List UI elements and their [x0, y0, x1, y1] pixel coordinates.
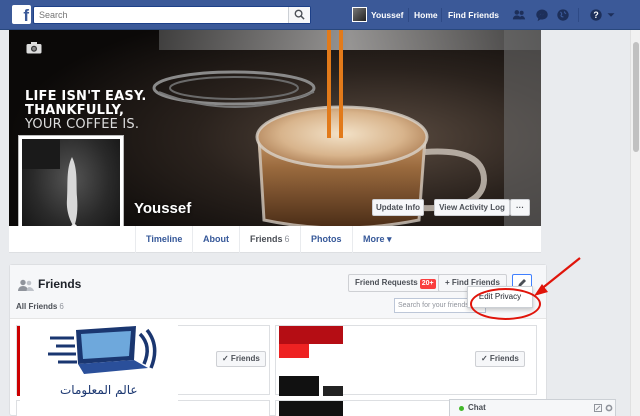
page-scrollbar[interactable]: [630, 30, 640, 416]
scrollbar-thumb[interactable]: [633, 42, 639, 152]
facebook-logo[interactable]: f: [12, 5, 31, 24]
slogan-line: YOUR COFFEE IS.: [25, 117, 140, 132]
profile-link[interactable]: Youssef: [371, 10, 403, 20]
notifications-globe-icon[interactable]: [556, 8, 570, 22]
update-info-button[interactable]: Update Info: [372, 199, 424, 216]
chat-bar[interactable]: Chat: [449, 399, 616, 416]
friend-photo[interactable]: [279, 326, 343, 396]
watermark-text: عالم المعلومات: [60, 383, 138, 397]
settings-dropdown-icon[interactable]: [606, 8, 616, 22]
photo-art: [22, 139, 78, 230]
profile-tabs: Timeline About Friends 6 Photos More ▾: [9, 226, 541, 253]
annotation-arrow: [534, 257, 581, 296]
more-options-button[interactable]: ···: [510, 199, 530, 216]
slogan-line: THANKFULLY,: [25, 103, 125, 118]
tab-friends[interactable]: Friends 6: [239, 226, 300, 253]
online-status-icon: [459, 406, 464, 411]
tab-label: Photos: [311, 234, 342, 244]
profile-photo: [22, 139, 120, 237]
profile-name[interactable]: Youssef: [134, 200, 191, 217]
watermark-logo: عالم المعلومات: [20, 320, 178, 416]
tab-photos[interactable]: Photos: [300, 226, 352, 253]
friends-icon: [18, 279, 34, 291]
tab-timeline[interactable]: Timeline: [135, 226, 192, 253]
tab-label: About: [203, 234, 229, 244]
friend-card[interactable]: ✓ Friends: [275, 325, 537, 396]
gear-icon[interactable]: [605, 404, 613, 412]
tab-about[interactable]: About: [192, 226, 239, 253]
chat-label: Chat: [468, 403, 486, 412]
friend-requests-label: Friend Requests: [355, 278, 418, 287]
svg-text:?: ?: [593, 10, 598, 20]
requests-badge: 20+: [419, 279, 436, 289]
search-icon: [294, 9, 305, 20]
friend-requests-button[interactable]: Friend Requests 20+: [348, 274, 443, 292]
compose-icon[interactable]: [594, 404, 602, 412]
camera-icon[interactable]: [26, 42, 42, 54]
all-friends-filter[interactable]: All Friends 6: [16, 302, 64, 311]
friends-header: Friends Friend Requests 20+ + Find Friend…: [10, 265, 546, 319]
nav-divider: [578, 8, 579, 22]
tab-label: More ▾: [363, 234, 392, 244]
friends-title: Friends: [38, 277, 82, 291]
search-button[interactable]: [288, 7, 310, 23]
friends-status-button[interactable]: ✓ Friends: [475, 351, 525, 367]
tab-label: Timeline: [146, 234, 183, 244]
friends-status-button[interactable]: ✓ Friends: [216, 351, 266, 367]
search-box[interactable]: [33, 6, 311, 24]
user-avatar[interactable]: [352, 7, 367, 22]
all-friends-count: 6: [59, 302, 64, 311]
view-activity-log-button[interactable]: View Activity Log: [434, 199, 510, 216]
laptop-logo-icon: [48, 326, 157, 374]
home-link[interactable]: Home: [414, 10, 438, 20]
friend-photo[interactable]: [279, 401, 343, 416]
tab-more[interactable]: More ▾: [352, 226, 402, 253]
tab-label: Friends: [250, 234, 283, 244]
slogan-line: LIFE ISN'T EASY.: [25, 89, 147, 104]
help-icon[interactable]: ?: [589, 8, 603, 22]
search-input[interactable]: [34, 7, 284, 23]
friend-requests-icon[interactable]: [512, 8, 526, 22]
cover-slogan: LIFE ISN'T EASY. THANKFULLY, YOUR COFFEE…: [25, 90, 147, 132]
find-friends-link[interactable]: Find Friends: [448, 10, 499, 20]
all-friends-label: All Friends: [16, 302, 58, 311]
nav-divider: [441, 8, 442, 22]
top-navigation-bar: f Youssef Home Find Friends ?: [0, 0, 640, 30]
nav-divider: [408, 8, 409, 22]
friends-count: 6: [284, 234, 290, 244]
messages-icon[interactable]: [535, 8, 549, 22]
